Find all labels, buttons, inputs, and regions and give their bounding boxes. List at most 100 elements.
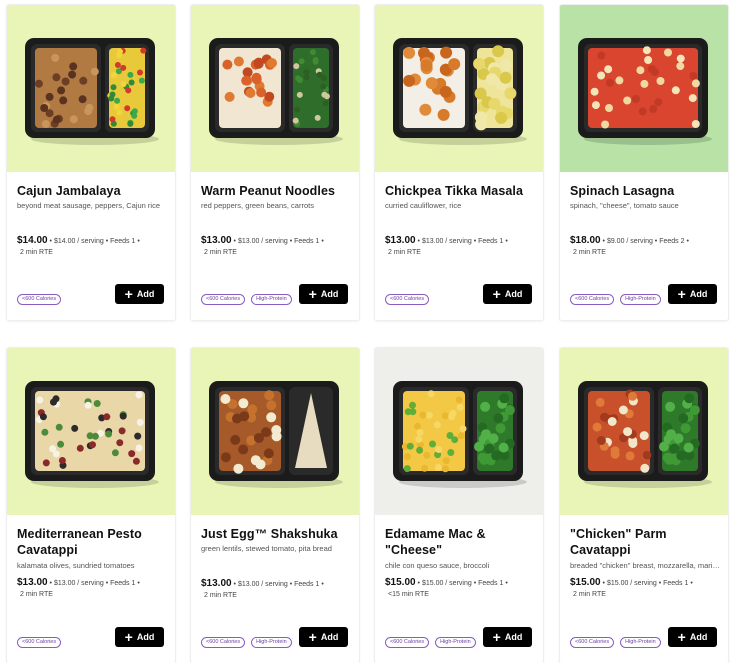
plus-icon: + — [492, 286, 501, 302]
meal-image[interactable] — [375, 5, 543, 172]
price: $15.00 — [385, 577, 416, 588]
meal-photo — [25, 38, 159, 145]
rte-time: 2 min RTE — [573, 591, 606, 598]
price-line: $18.00 • $9.00 / serving • Feeds 2 • — [570, 235, 726, 248]
price-line: $15.00 • $15.00 / serving • Feeds 1 • — [570, 577, 726, 590]
tag-list: <600 Calories High-Protein — [570, 294, 661, 305]
add-button[interactable]: + Add — [115, 284, 164, 304]
meal-card[interactable]: Chickpea Tikka Masala curried cauliflowe… — [375, 5, 543, 320]
rte-time: 2 min RTE — [20, 591, 53, 598]
meal-card[interactable]: Just Egg™ Shakshuka green lentils, stewe… — [191, 348, 359, 663]
plus-icon: + — [124, 286, 133, 302]
plus-icon: + — [677, 286, 686, 302]
meal-image[interactable] — [191, 348, 359, 515]
tag-badge: High-Protein — [251, 294, 292, 305]
price-detail: • $14.00 / serving • Feeds 1 • — [49, 238, 140, 245]
meal-title[interactable]: Just Egg™ Shakshuka — [201, 526, 351, 542]
meal-photo — [209, 381, 343, 488]
meal-title[interactable]: Cajun Jambalaya — [17, 183, 167, 199]
rte-time: 2 min RTE — [204, 249, 237, 256]
price-line: $13.00 • $13.00 / serving • Feeds 1 • — [201, 578, 357, 591]
price: $13.00 — [201, 578, 232, 589]
meal-image[interactable] — [560, 5, 728, 172]
add-label: Add — [504, 289, 523, 299]
meal-photo — [25, 381, 159, 488]
price-line: $14.00 • $14.00 / serving • Feeds 1 • — [17, 235, 173, 248]
meal-description: beyond meat sausage, peppers, Cajun rice — [17, 201, 161, 210]
add-button[interactable]: + Add — [483, 284, 532, 304]
price-line: $15.00 • $15.00 / serving • Feeds 1 • — [385, 577, 541, 590]
meal-description: breaded "chicken" breast, mozzarella, ma… — [570, 561, 722, 570]
rte-time: 2 min RTE — [204, 592, 237, 599]
meal-card[interactable]: Cajun Jambalaya beyond meat sausage, pep… — [7, 5, 175, 320]
rte-time: 2 min RTE — [388, 249, 421, 256]
tag-badge: High-Protein — [435, 637, 476, 648]
tag-badge: High-Protein — [620, 294, 661, 305]
meal-card[interactable]: Edamame Mac & "Cheese" chile con queso s… — [375, 348, 543, 663]
meal-card[interactable]: Mediterranean Pesto Cavatappi kalamata o… — [7, 348, 175, 663]
tag-list: <600 Calories — [385, 294, 430, 305]
price-line: $13.00 • $13.00 / serving • Feeds 1 • — [17, 577, 173, 590]
meal-photo — [209, 38, 343, 145]
add-button[interactable]: + Add — [115, 627, 164, 647]
tag-badge: High-Protein — [251, 637, 292, 648]
meal-description: chile con queso sauce, broccoli — [385, 561, 490, 570]
tag-list: <600 Calories High-Protein — [201, 294, 292, 305]
meal-description: curried cauliflower, rice — [385, 201, 462, 210]
meal-description: green lentils, stewed tomato, pita bread — [201, 544, 332, 553]
add-button[interactable]: + Add — [668, 284, 717, 304]
meal-title[interactable]: "Chicken" Parm Cavatappi — [570, 526, 720, 558]
meal-photo — [578, 38, 712, 145]
meal-photo — [578, 381, 712, 488]
tag-badge: High-Protein — [620, 637, 661, 648]
add-button[interactable]: + Add — [668, 627, 717, 647]
price-line: $13.00 • $13.00 / serving • Feeds 1 • — [385, 235, 541, 248]
add-button[interactable]: + Add — [299, 284, 348, 304]
tag-badge: <600 Calories — [570, 637, 615, 648]
price: $13.00 — [17, 577, 48, 588]
price: $14.00 — [17, 235, 48, 246]
meal-title[interactable]: Chickpea Tikka Masala — [385, 183, 535, 199]
price: $13.00 — [385, 235, 416, 246]
meal-card[interactable]: Spinach Lasagna spinach, "cheese", tomat… — [560, 5, 728, 320]
tag-list: <600 Calories — [17, 637, 62, 648]
meal-title[interactable]: Mediterranean Pesto Cavatappi — [17, 526, 167, 558]
plus-icon: + — [308, 629, 317, 645]
rte-time: 2 min RTE — [20, 249, 53, 256]
price-detail: • $15.00 / serving • Feeds 1 • — [602, 580, 693, 587]
meal-title[interactable]: Edamame Mac & "Cheese" — [385, 526, 535, 558]
price: $15.00 — [570, 577, 601, 588]
add-label: Add — [136, 632, 155, 642]
add-label: Add — [689, 289, 708, 299]
price-detail: • $15.00 / serving • Feeds 1 • — [417, 580, 508, 587]
meal-image[interactable] — [375, 348, 543, 515]
meal-image[interactable] — [7, 348, 175, 515]
add-button[interactable]: + Add — [483, 627, 532, 647]
plus-icon: + — [124, 629, 133, 645]
meal-image[interactable] — [7, 5, 175, 172]
meal-title[interactable]: Spinach Lasagna — [570, 183, 720, 199]
price: $18.00 — [570, 235, 601, 246]
tag-badge: <600 Calories — [385, 637, 430, 648]
meal-title[interactable]: Warm Peanut Noodles — [201, 183, 351, 199]
meal-description: red peppers, green beans, carrots — [201, 201, 314, 210]
tag-badge: <600 Calories — [570, 294, 615, 305]
meal-description: kalamata olives, sundried tomatoes — [17, 561, 135, 570]
plus-icon: + — [677, 629, 686, 645]
tag-badge: <600 Calories — [17, 294, 62, 305]
meal-description: spinach, "cheese", tomato sauce — [570, 201, 679, 210]
add-button[interactable]: + Add — [299, 627, 348, 647]
tag-badge: <600 Calories — [201, 294, 246, 305]
meal-image[interactable] — [191, 5, 359, 172]
meal-card[interactable]: Warm Peanut Noodles red peppers, green b… — [191, 5, 359, 320]
price-detail: • $13.00 / serving • Feeds 1 • — [233, 238, 324, 245]
tag-badge: <600 Calories — [385, 294, 430, 305]
meal-card[interactable]: "Chicken" Parm Cavatappi breaded "chicke… — [560, 348, 728, 663]
price-detail: • $13.00 / serving • Feeds 1 • — [49, 580, 140, 587]
add-label: Add — [504, 632, 523, 642]
meal-photo — [393, 38, 527, 145]
add-label: Add — [320, 632, 339, 642]
meal-image[interactable] — [560, 348, 728, 515]
add-label: Add — [689, 632, 708, 642]
plus-icon: + — [308, 286, 317, 302]
